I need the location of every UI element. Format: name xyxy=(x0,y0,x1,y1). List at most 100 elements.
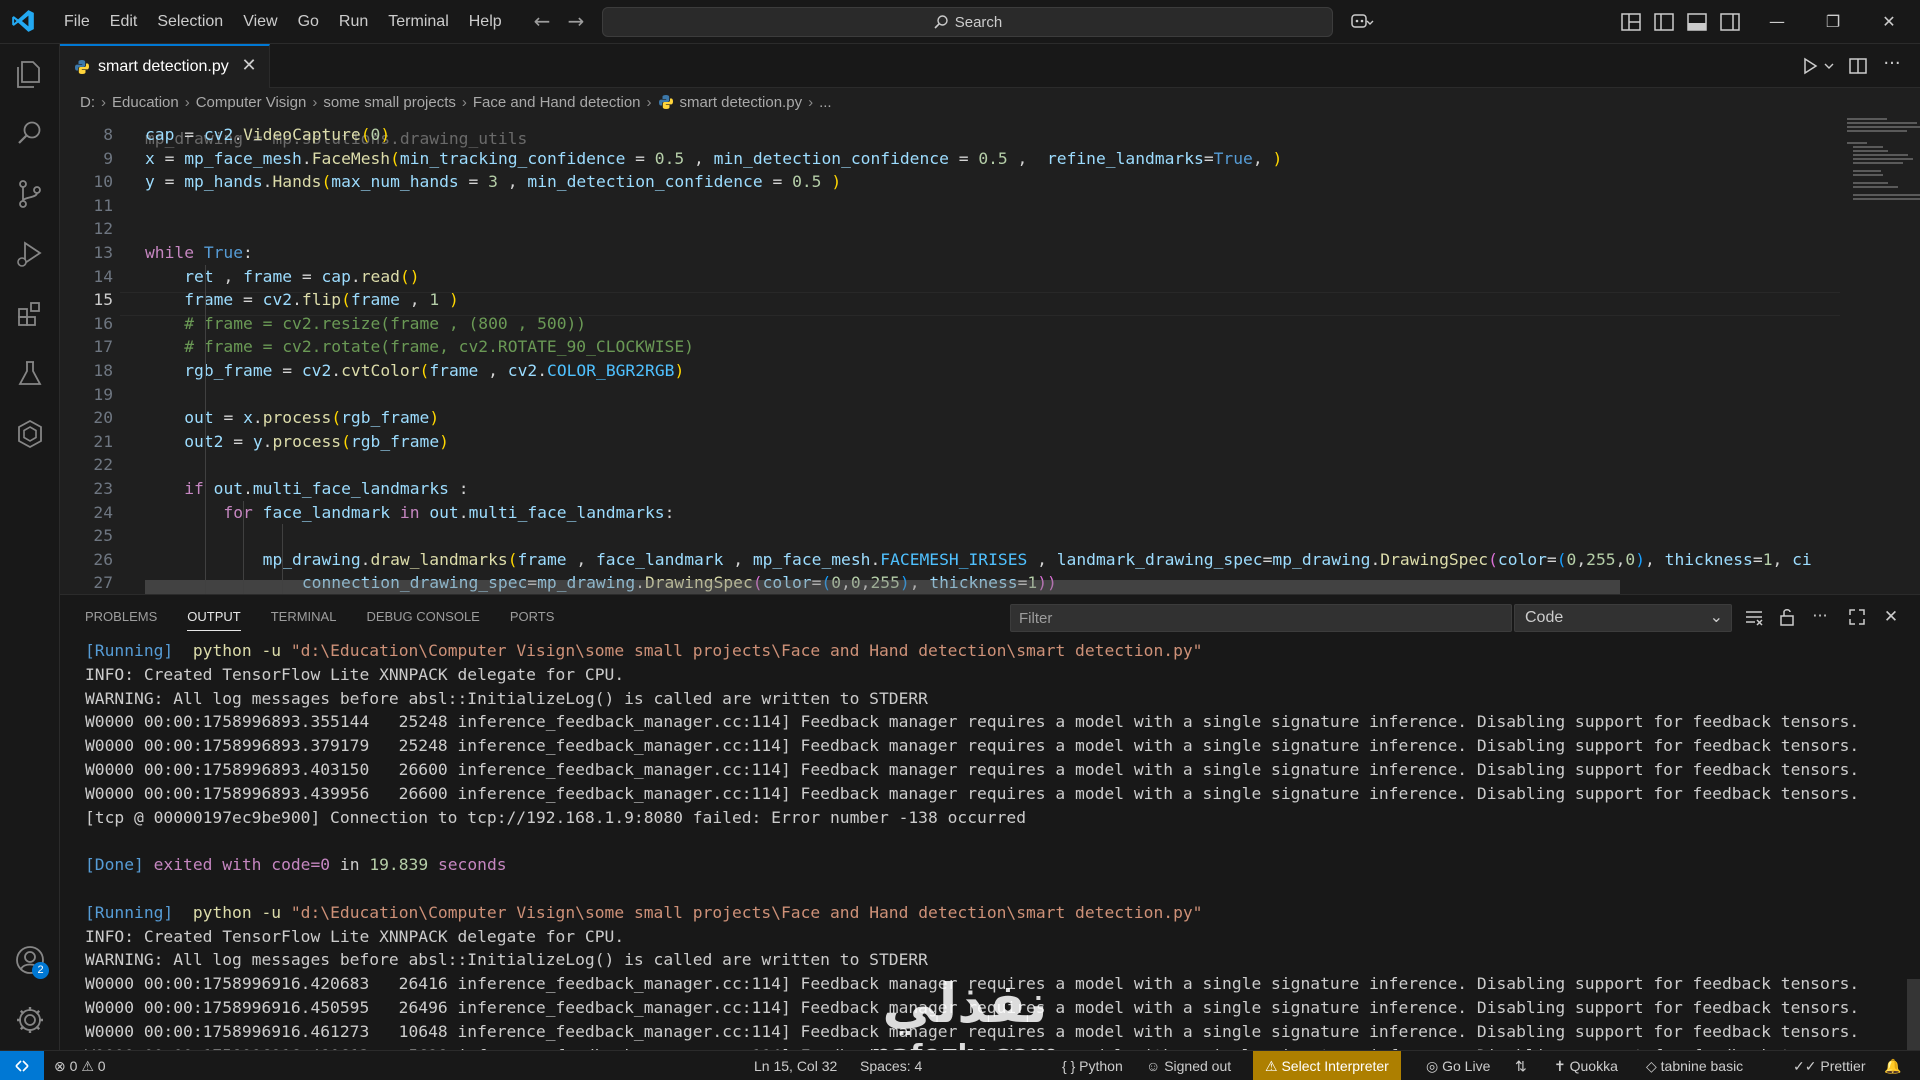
close-tab-icon[interactable]: ✕ xyxy=(239,56,259,76)
breadcrumb-item-small-projects[interactable]: some small projects xyxy=(323,94,456,111)
lock-scroll-icon[interactable] xyxy=(1776,606,1798,628)
maximize-panel-icon[interactable] xyxy=(1846,606,1868,628)
search-sidebar-icon[interactable] xyxy=(12,116,48,152)
prettier-button[interactable]: ✓✓ Prettier xyxy=(1793,1051,1865,1080)
output-channel-select[interactable]: Code ⌄ xyxy=(1514,604,1732,632)
error-count: 0 xyxy=(69,1058,78,1074)
menu-bar: File Edit Selection View Go Run Terminal… xyxy=(54,0,512,44)
problems-indicator[interactable]: ⊗ 0 ⚠ 0 xyxy=(54,1051,106,1080)
tab-smart-detection[interactable]: smart detection.py ✕ xyxy=(60,44,270,88)
line-number: 26 xyxy=(93,549,113,569)
extensions-icon[interactable] xyxy=(12,296,48,332)
minimize-icon[interactable]: — xyxy=(1754,0,1800,44)
account-status[interactable]: ☺ Signed out xyxy=(1146,1051,1231,1080)
copilot-icon[interactable] xyxy=(1348,9,1374,35)
go-live-button[interactable]: ◎ Go Live xyxy=(1426,1051,1490,1080)
breadcrumb-item-face-hand[interactable]: Face and Hand detection xyxy=(473,94,641,111)
code-line: 23 if out.multi_face_landmarks : xyxy=(60,477,1780,501)
menu-view[interactable]: View xyxy=(233,7,287,37)
cursor-position[interactable]: Ln 15, Col 32 xyxy=(754,1051,837,1080)
breadcrumb-item-drive[interactable]: D: xyxy=(80,94,95,111)
breadcrumb-item-file[interactable]: smart detection.py xyxy=(680,94,803,111)
accounts-badge: 2 xyxy=(32,962,49,979)
panel-tabs: PROBLEMS OUTPUT TERMINAL DEBUG CONSOLE P… xyxy=(60,595,584,639)
breadcrumb-item-computer-visign[interactable]: Computer Visign xyxy=(196,94,307,111)
tabnine-button[interactable]: ◇ tabnine basic xyxy=(1646,1051,1743,1080)
toggle-secondary-sidebar-icon[interactable] xyxy=(1717,9,1743,35)
minimap-line xyxy=(1853,154,1908,156)
tab-debug-console[interactable]: DEBUG CONSOLE xyxy=(366,595,494,639)
tab-label: smart detection.py xyxy=(98,58,229,75)
language-label: Python xyxy=(1079,1058,1123,1074)
breadcrumb-item-education[interactable]: Education xyxy=(112,94,179,111)
breadcrumb-item-symbol[interactable]: ... xyxy=(819,94,832,111)
run-file-icon[interactable] xyxy=(1798,54,1822,78)
forward-arrow-icon[interactable]: → xyxy=(564,9,588,33)
remote-explorer-icon[interactable] xyxy=(12,416,48,452)
remote-indicator[interactable] xyxy=(0,1051,44,1080)
language-mode[interactable]: { } Python xyxy=(1062,1051,1123,1080)
quokka-button[interactable]: ✝ Quokka xyxy=(1554,1051,1618,1080)
menu-run[interactable]: Run xyxy=(329,7,378,37)
code-text: out2 = y.process(rgb_frame) xyxy=(184,431,449,451)
line-number: 15 xyxy=(93,290,113,310)
code-text: x = mp_face_mesh.FaceMesh(min_tracking_c… xyxy=(145,148,1283,168)
tab-problems[interactable]: PROBLEMS xyxy=(85,595,172,639)
restore-icon[interactable]: ❐ xyxy=(1810,0,1856,44)
command-center-search[interactable]: Search xyxy=(602,7,1333,37)
minimap-line xyxy=(1853,158,1913,160)
menu-selection[interactable]: Selection xyxy=(147,7,233,37)
panel-more-icon[interactable]: ··· xyxy=(1809,606,1831,628)
chevron-down-icon: ⌄ xyxy=(1709,609,1723,626)
menu-edit[interactable]: Edit xyxy=(100,7,148,37)
notifications-bell-icon[interactable]: 🔔 xyxy=(1884,1051,1901,1080)
testing-icon[interactable] xyxy=(12,356,48,392)
select-interpreter-button[interactable]: ⚠ Select Interpreter xyxy=(1253,1051,1401,1080)
customize-layout-icon[interactable] xyxy=(1618,9,1644,35)
manage-gear-icon[interactable] xyxy=(12,1002,48,1038)
code-text: ret , frame = cap.read() xyxy=(184,266,420,286)
minimap-line xyxy=(1853,150,1888,152)
indent-guide xyxy=(243,500,244,594)
explorer-icon[interactable] xyxy=(12,56,48,92)
more-actions-icon[interactable]: ··· xyxy=(1880,54,1904,78)
minimap-line xyxy=(1847,126,1920,128)
tab-output[interactable]: OUTPUT xyxy=(187,595,255,639)
split-editor-icon[interactable] xyxy=(1846,54,1870,78)
code-line: 11 xyxy=(60,194,1780,218)
editor-horizontal-scrollbar[interactable] xyxy=(145,580,1620,594)
toggle-panel-icon[interactable] xyxy=(1684,9,1710,35)
code-line: 24 for face_landmark in out.multi_face_l… xyxy=(60,501,1780,525)
minimap-line xyxy=(1853,174,1883,176)
run-options-chevron-icon[interactable] xyxy=(1822,54,1836,78)
back-arrow-icon[interactable]: ← xyxy=(530,9,554,33)
indentation[interactable]: Spaces: 4 xyxy=(860,1051,922,1080)
line-number: 20 xyxy=(93,408,113,428)
minimap-line xyxy=(1847,130,1907,132)
clear-output-icon[interactable] xyxy=(1743,606,1765,628)
remote-icon xyxy=(15,1060,29,1072)
line-number: 17 xyxy=(93,337,113,357)
menu-go[interactable]: Go xyxy=(288,7,329,37)
code-text: rgb_frame = cv2.cvtColor(frame , cv2.COL… xyxy=(184,361,685,380)
account-icon: ☺ xyxy=(1146,1058,1161,1074)
minimap[interactable] xyxy=(1843,116,1920,594)
output-vertical-scrollbar[interactable] xyxy=(1906,639,1920,1051)
menu-terminal[interactable]: Terminal xyxy=(378,7,458,37)
output-filter-input[interactable] xyxy=(1010,604,1512,632)
run-debug-icon[interactable] xyxy=(12,236,48,272)
broadcast-icon: ◎ xyxy=(1426,1058,1439,1074)
menu-file[interactable]: File xyxy=(54,7,100,37)
menu-help[interactable]: Help xyxy=(459,7,512,37)
source-control-icon[interactable] xyxy=(12,176,48,212)
tab-terminal[interactable]: TERMINAL xyxy=(271,595,352,639)
code-line: 19 xyxy=(60,383,1780,407)
toggle-primary-sidebar-icon[interactable] xyxy=(1651,9,1677,35)
tab-ports[interactable]: PORTS xyxy=(510,595,570,639)
output-line: [tcp @ 00000197ec9be900] Connection to t… xyxy=(85,807,1027,827)
close-window-icon[interactable]: ✕ xyxy=(1866,0,1912,44)
sync-icon[interactable]: ⇅ xyxy=(1515,1051,1527,1080)
output-line: W0000 00:00:1758996893.355144 25248 infe… xyxy=(85,712,1860,732)
code-editor[interactable]: mp_drawing = mp.solutions.drawing_utils … xyxy=(60,116,1920,594)
close-panel-icon[interactable]: ✕ xyxy=(1880,606,1902,628)
